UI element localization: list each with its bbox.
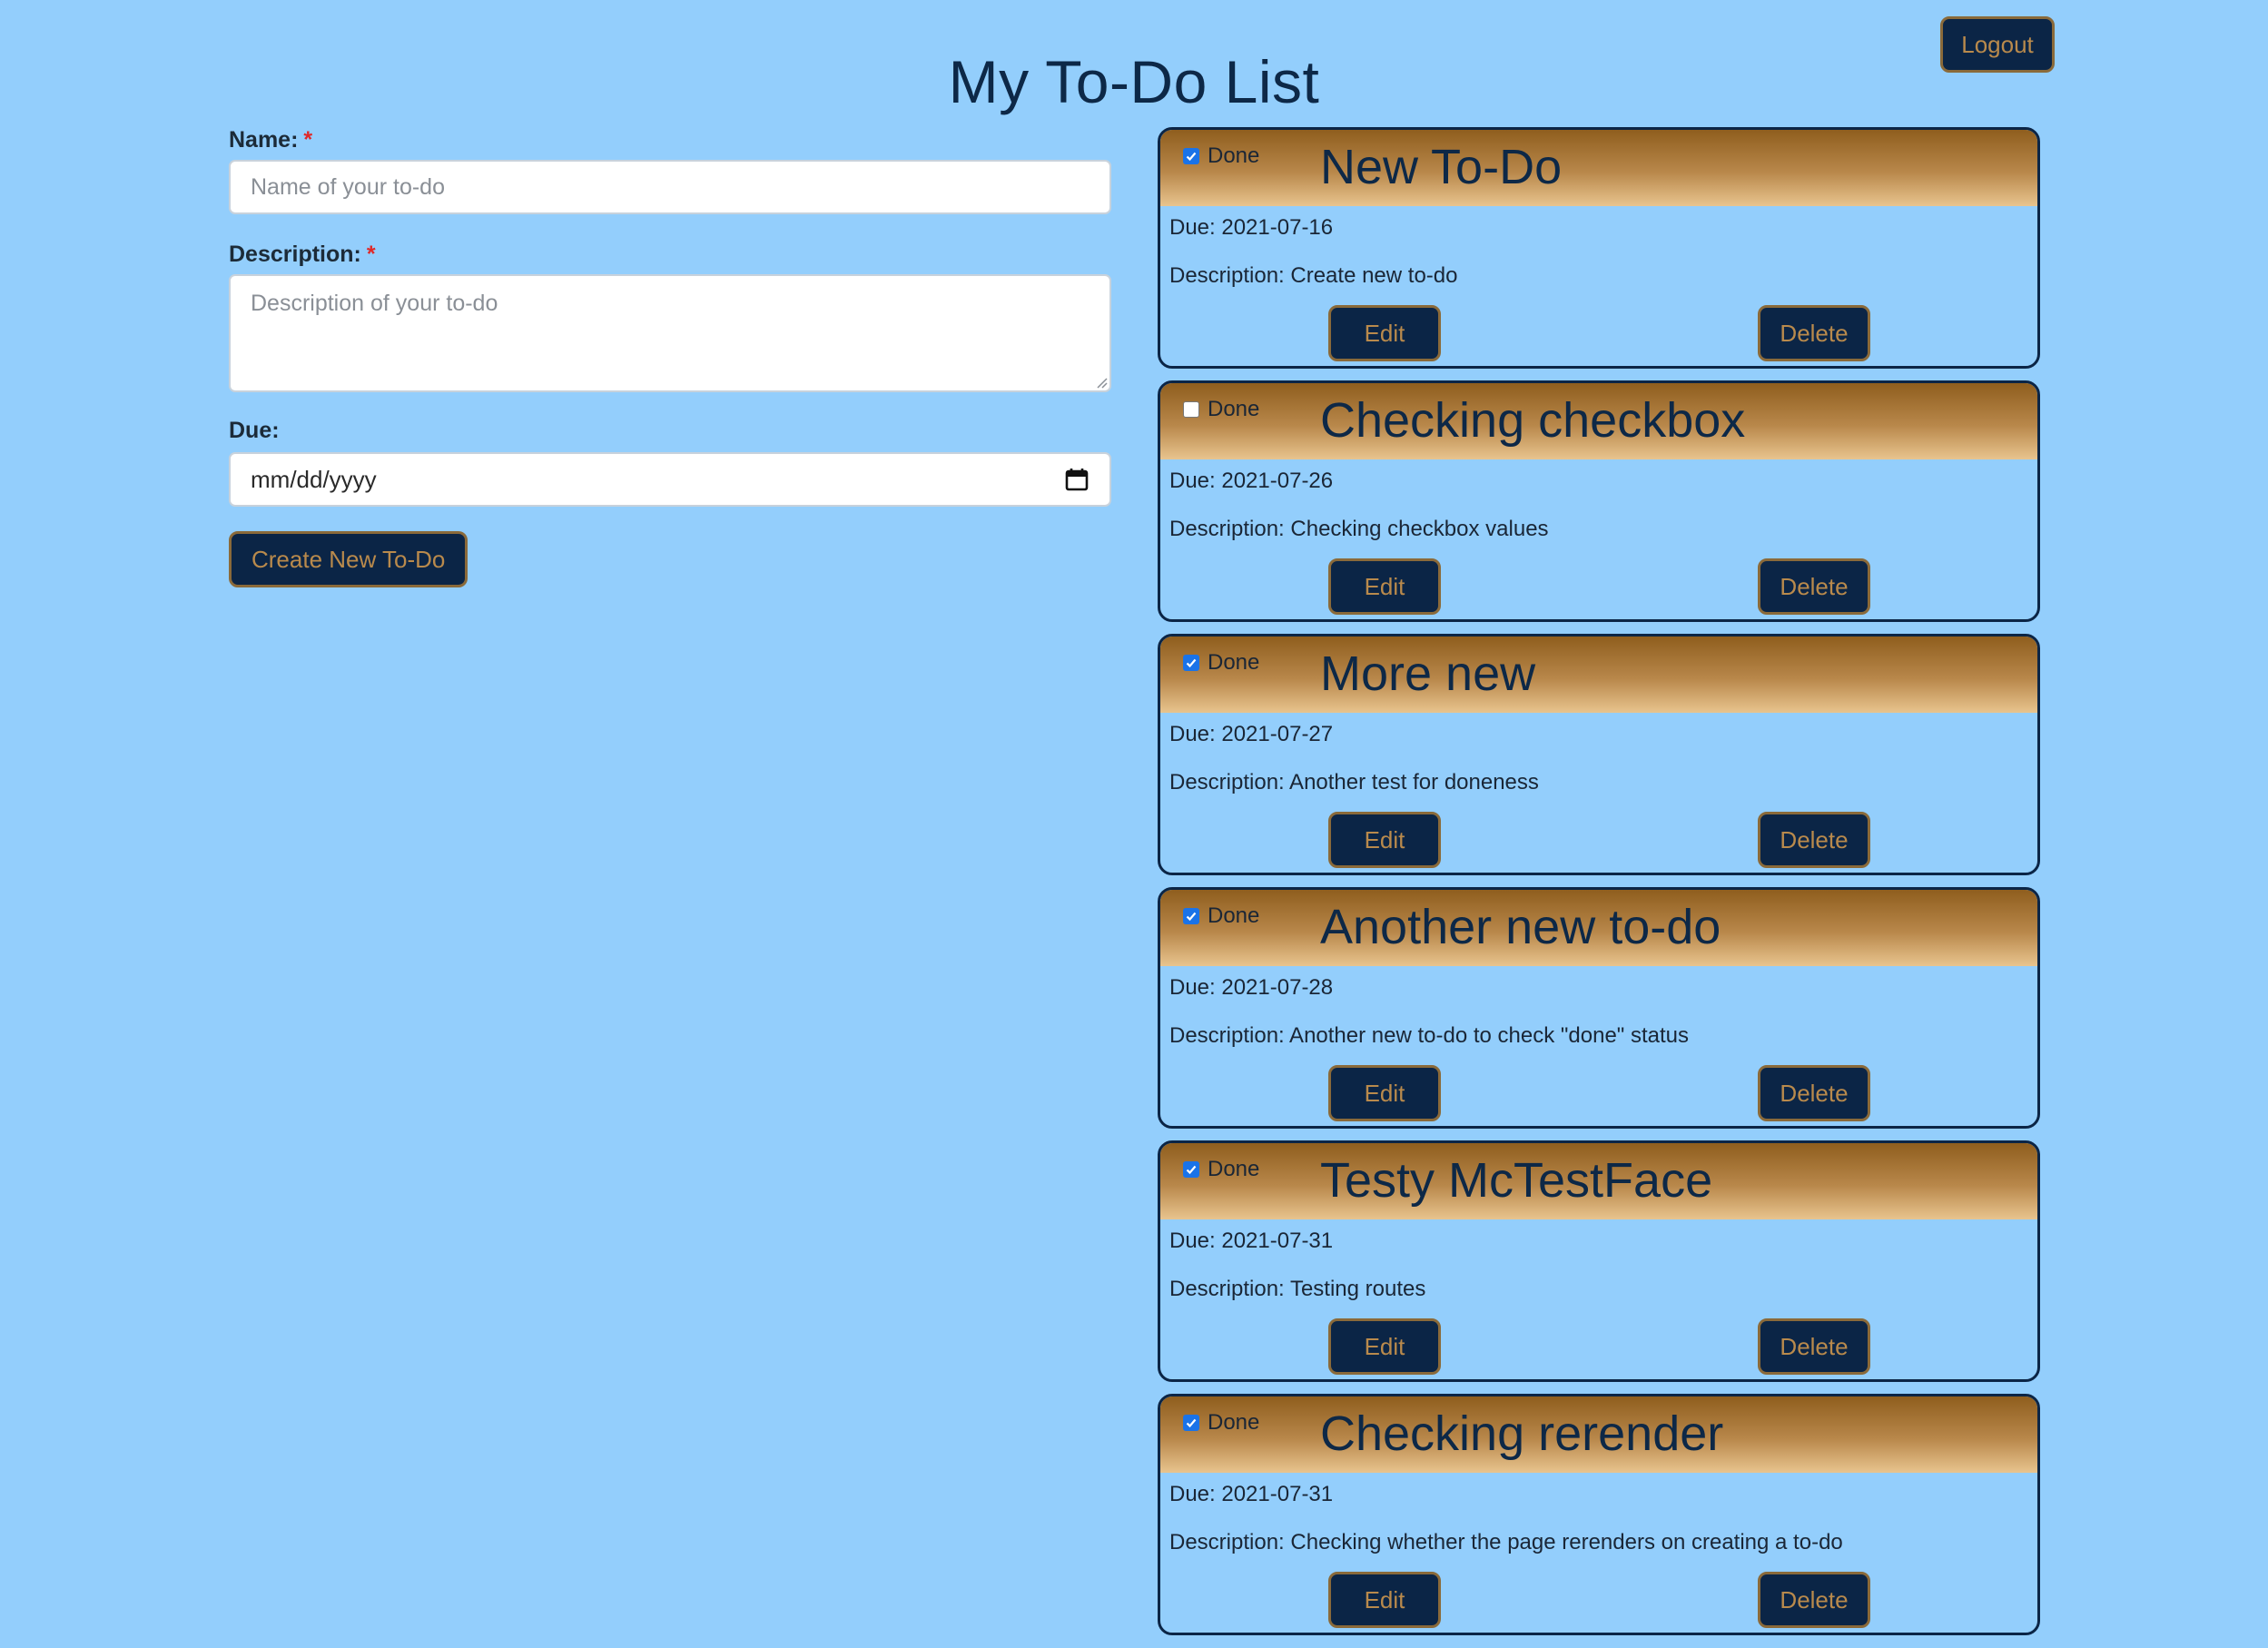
- todo-name: Testy McTestFace: [1320, 1153, 1713, 1208]
- name-input[interactable]: [229, 160, 1111, 214]
- description-label: Description: *: [229, 242, 1111, 271]
- done-label: Done: [1208, 903, 1260, 928]
- done-toggle[interactable]: Done: [1183, 650, 1259, 676]
- todo-name: Another new to-do: [1320, 900, 1721, 954]
- todo-header: Done Testy McTestFace: [1160, 1143, 2037, 1219]
- delete-button[interactable]: Delete: [1758, 558, 1870, 615]
- done-label: Done: [1208, 1157, 1260, 1181]
- todo-description: Description: Another new to-do to check …: [1169, 1023, 1690, 1048]
- todo-description: Description: Testing routes: [1169, 1277, 1426, 1301]
- done-checkbox[interactable]: [1183, 148, 1199, 164]
- due-date-input[interactable]: mm/dd/yyyy: [229, 452, 1111, 507]
- checkmark-icon: [1186, 152, 1197, 162]
- todo-list: Done New To-Do Due: 2021-07-16 Descripti…: [1158, 127, 2040, 1647]
- todo-due: Due: 2021-07-16: [1169, 215, 1334, 240]
- done-checkbox[interactable]: [1183, 655, 1199, 671]
- checkmark-icon: [1186, 658, 1197, 668]
- edit-button[interactable]: Edit: [1328, 558, 1441, 615]
- todo-card: Done Checking checkbox Due: 2021-07-26 D…: [1158, 380, 2040, 622]
- todo-header: Done New To-Do: [1160, 130, 2037, 206]
- edit-button[interactable]: Edit: [1328, 1572, 1441, 1628]
- todo-card: Done More new Due: 2021-07-27 Descriptio…: [1158, 634, 2040, 875]
- due-date-placeholder: mm/dd/yyyy: [251, 465, 377, 493]
- todo-name: Checking rerender: [1320, 1406, 1724, 1461]
- name-label: Name: *: [229, 127, 1111, 156]
- done-label: Done: [1208, 1410, 1260, 1435]
- new-todo-form: Name:* Description:* Due: mm/dd/yyyy Cre…: [229, 127, 1111, 587]
- todo-description: Description: Checking checkbox values: [1169, 517, 1549, 541]
- todo-due: Due: 2021-07-26: [1169, 469, 1334, 493]
- edit-button[interactable]: Edit: [1328, 812, 1441, 868]
- checkmark-icon: [1186, 1165, 1197, 1175]
- done-toggle[interactable]: Done: [1183, 903, 1259, 929]
- done-checkbox[interactable]: [1183, 908, 1199, 924]
- done-label: Done: [1208, 650, 1260, 675]
- todo-description: Description: Checking whether the page r…: [1169, 1530, 1843, 1554]
- todo-name: New To-Do: [1320, 140, 1563, 194]
- done-checkbox[interactable]: [1183, 401, 1199, 418]
- todo-due: Due: 2021-07-31: [1169, 1482, 1334, 1506]
- done-toggle[interactable]: Done: [1183, 1157, 1259, 1182]
- todo-due: Due: 2021-07-31: [1169, 1229, 1334, 1253]
- description-textarea[interactable]: [229, 274, 1111, 392]
- todo-description: Description: Another test for doneness: [1169, 770, 1539, 794]
- resize-grip-icon[interactable]: [1095, 376, 1108, 389]
- due-label-text: Due:: [229, 418, 280, 443]
- todo-due: Due: 2021-07-28: [1169, 975, 1334, 1000]
- todo-header: Done Another new to-do: [1160, 890, 2037, 966]
- calendar-icon[interactable]: [1064, 467, 1090, 492]
- delete-button[interactable]: Delete: [1758, 1572, 1870, 1628]
- todo-card: Done Testy McTestFace Due: 2021-07-31 De…: [1158, 1140, 2040, 1382]
- checkmark-icon: [1186, 912, 1197, 922]
- done-toggle[interactable]: Done: [1183, 397, 1259, 422]
- edit-button[interactable]: Edit: [1328, 305, 1441, 361]
- due-label: Due:: [229, 418, 1111, 447]
- name-required-mark: *: [303, 127, 313, 153]
- todo-name: More new: [1320, 646, 1536, 701]
- todo-card: Done New To-Do Due: 2021-07-16 Descripti…: [1158, 127, 2040, 369]
- description-label-text: Description:: [229, 242, 361, 267]
- todo-card: Done Checking rerender Due: 2021-07-31 D…: [1158, 1394, 2040, 1635]
- page-title: My To-Do List: [948, 48, 1320, 115]
- done-label: Done: [1208, 397, 1260, 421]
- todo-description: Description: Create new to-do: [1169, 263, 1458, 288]
- description-required-mark: *: [366, 242, 376, 267]
- done-label: Done: [1208, 143, 1260, 168]
- name-label-text: Name:: [229, 127, 299, 153]
- todo-card: Done Another new to-do Due: 2021-07-28 D…: [1158, 887, 2040, 1129]
- delete-button[interactable]: Delete: [1758, 812, 1870, 868]
- done-toggle[interactable]: Done: [1183, 143, 1259, 169]
- delete-button[interactable]: Delete: [1758, 305, 1870, 361]
- done-toggle[interactable]: Done: [1183, 1410, 1259, 1436]
- description-field: [229, 274, 1111, 392]
- todo-header: Done Checking checkbox: [1160, 383, 2037, 459]
- todo-header: Done Checking rerender: [1160, 1396, 2037, 1473]
- todo-header: Done More new: [1160, 637, 2037, 713]
- todo-name: Checking checkbox: [1320, 393, 1746, 448]
- todo-due: Due: 2021-07-27: [1169, 722, 1334, 746]
- edit-button[interactable]: Edit: [1328, 1065, 1441, 1121]
- create-todo-button[interactable]: Create New To-Do: [229, 531, 468, 587]
- edit-button[interactable]: Edit: [1328, 1318, 1441, 1375]
- done-checkbox[interactable]: [1183, 1415, 1199, 1431]
- delete-button[interactable]: Delete: [1758, 1318, 1870, 1375]
- checkmark-icon: [1186, 1418, 1197, 1428]
- delete-button[interactable]: Delete: [1758, 1065, 1870, 1121]
- done-checkbox[interactable]: [1183, 1161, 1199, 1178]
